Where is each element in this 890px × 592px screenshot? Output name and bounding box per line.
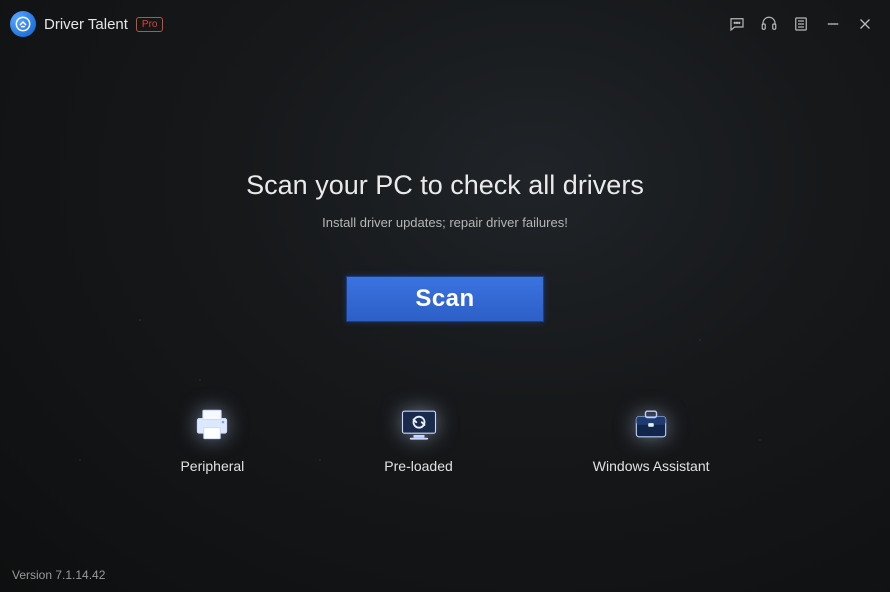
feature-tiles: Peripheral Pre-loaded [180, 402, 709, 474]
headline: Scan your PC to check all drivers [246, 170, 644, 201]
tile-windows-assistant-label: Windows Assistant [593, 458, 710, 474]
preloaded-icon [397, 402, 441, 446]
app-title: Driver Talent [44, 16, 128, 33]
briefcase-icon [629, 402, 673, 446]
version-label: Version 7.1.14.42 [12, 568, 105, 582]
pro-badge: Pro [136, 17, 164, 32]
main-area: Scan your PC to check all drivers Instal… [0, 40, 890, 474]
scan-button[interactable]: Scan [346, 276, 544, 322]
tile-peripheral[interactable]: Peripheral [180, 402, 244, 474]
support-icon[interactable] [760, 15, 778, 33]
tile-peripheral-label: Peripheral [180, 458, 244, 474]
printer-icon [190, 402, 234, 446]
title-left-group: Driver Talent Pro [10, 11, 163, 37]
titlebar: Driver Talent Pro [0, 0, 890, 40]
tile-windows-assistant[interactable]: Windows Assistant [593, 402, 710, 474]
window-controls [728, 15, 874, 33]
tile-preloaded[interactable]: Pre-loaded [384, 402, 453, 474]
tile-preloaded-label: Pre-loaded [384, 458, 453, 474]
app-logo-icon [10, 11, 36, 37]
minimize-icon[interactable] [824, 15, 842, 33]
feedback-icon[interactable] [728, 15, 746, 33]
menu-icon[interactable] [792, 15, 810, 33]
close-icon[interactable] [856, 15, 874, 33]
subline: Install driver updates; repair driver fa… [322, 215, 568, 230]
